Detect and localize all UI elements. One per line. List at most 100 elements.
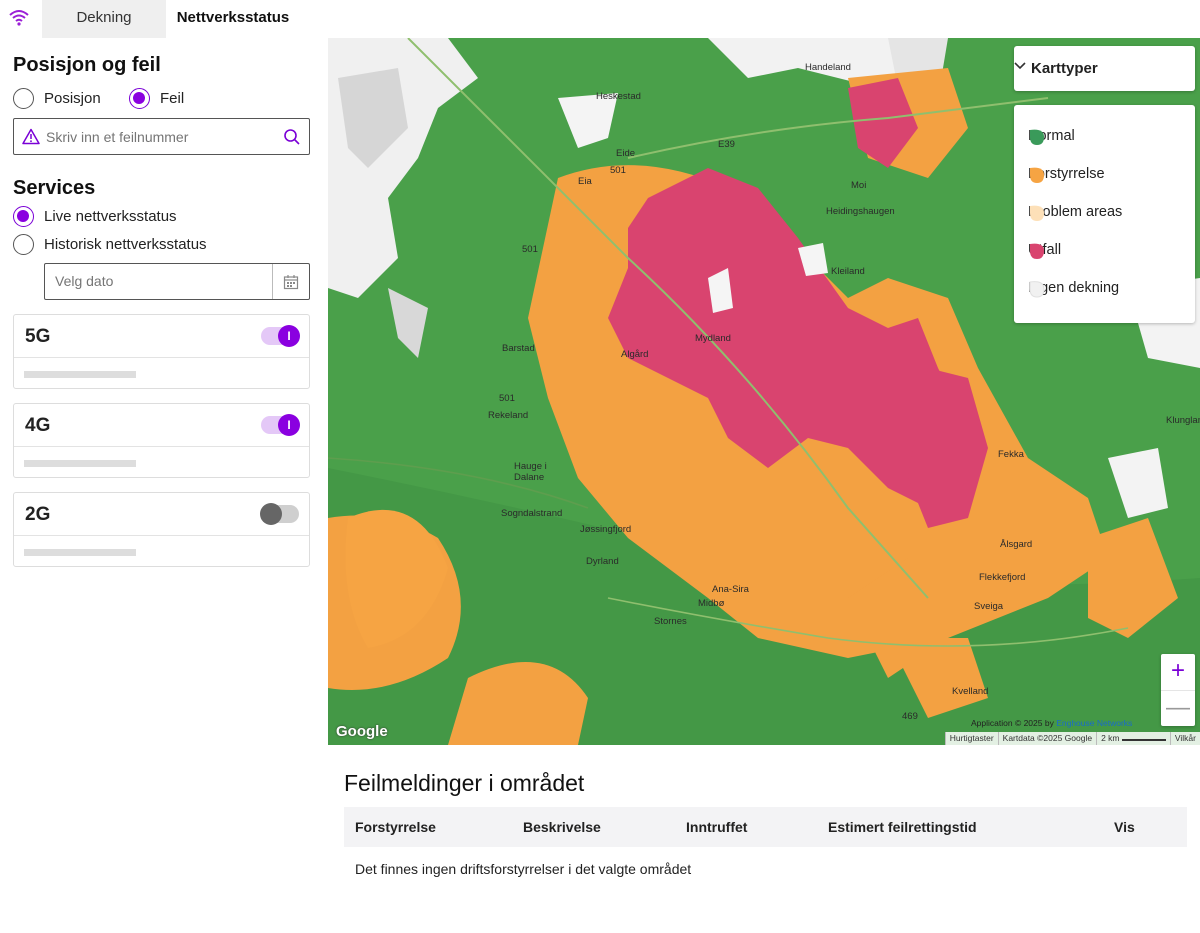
map-attribution-bar: Hurtigtaster Kartdata ©2025 Google 2 km … [944,732,1200,745]
map-type-label: Karttyper [1031,60,1098,77]
scale-line [1121,735,1166,741]
date-picker [44,263,310,300]
place-label: Kvelland [952,686,989,697]
attribution-text: Application © 2025 by [971,718,1054,728]
place-label: Dyrland [586,556,619,567]
radio-label: Feil [160,90,185,107]
network-card-5g: 5G I [13,314,310,389]
legend-item-problem-areas: Problem areas [1028,204,1122,221]
radio-live-status[interactable]: Live nettverksstatus [13,206,177,227]
column-header: Beskrivelse [523,819,601,835]
wifi-logo-icon[interactable] [8,7,30,29]
place-label: Fekka [998,449,1024,460]
scale-bar[interactable]: 2 km [1096,732,1170,745]
place-label: Eide [616,148,636,159]
radio-label: Posisjon [44,90,101,107]
error-number-input[interactable] [46,128,283,145]
road-label: 501 [522,244,538,255]
legend-item-normal: Normal [1028,128,1075,145]
radio-label: Historisk nettverksstatus [44,236,207,253]
place-label: Stornes [654,616,687,627]
place-label: Mydland [695,333,731,344]
road-label: 501 [499,393,515,404]
map-type-dropdown[interactable]: Karttyper [1014,46,1195,91]
errors-table-header: Forstyrrelse Beskrivelse Inntruffet Esti… [344,807,1187,847]
problem-areas-swatch-icon [1030,205,1044,221]
network-card-4g: 4G I [13,403,310,478]
google-logo: Google [336,723,388,740]
place-label: Rekeland [488,410,529,421]
coverage-map[interactable]: Handeland Heskestad Eide Eia Moi Heiding… [328,38,1200,745]
radio-circle[interactable] [13,234,34,255]
place-label: Kleiland [831,266,865,277]
toggle-5g[interactable]: I [261,325,300,347]
divider [14,535,309,536]
calendar-icon [283,274,299,289]
place-label: Algård [621,349,649,360]
application-attribution: Application © 2025 by Enghouse Networks [971,718,1132,728]
place-label: Barstad [502,343,535,354]
place-label: Midbø [698,598,725,609]
section-title-position: Posisjon og feil [13,54,161,76]
calendar-button[interactable] [272,264,309,299]
errors-section: Feilmeldinger i området [344,770,584,797]
place-label: Handeland [805,62,851,73]
terms-link[interactable]: Vilkår [1169,732,1200,745]
search-icon[interactable] [283,128,301,146]
attribution-link[interactable]: Enghouse Networks [1056,718,1132,728]
toggle-4g[interactable]: I [261,414,300,436]
interference-swatch-icon [1030,167,1044,183]
column-header: Forstyrrelse [355,819,436,835]
placeholder-bar [24,549,136,556]
warning-icon [22,128,40,145]
map-legend: Normal Forstyrrelse Problem areas Utfall… [1014,105,1195,323]
column-header: Estimert feilrettingstid [828,819,977,835]
toggle-2g[interactable] [260,503,299,525]
sidebar: Posisjon og feil Posisjon Feil Services … [0,38,326,933]
network-label: 2G [25,504,51,525]
normal-swatch-icon [1030,129,1044,145]
road-label: 469 [902,711,918,722]
radio-error[interactable]: Feil [129,88,184,109]
radio-historic-status[interactable]: Historisk nettverksstatus [13,234,207,255]
keyboard-shortcuts-link[interactable]: Hurtigtaster [944,732,998,745]
map-data-text: Kartdata ©2025 Google [997,732,1096,745]
date-input[interactable] [55,273,265,289]
radio-position[interactable]: Posisjon [13,88,101,109]
tab-nettverksstatus[interactable]: Nettverksstatus [166,0,300,38]
section-title-services: Services [13,177,96,199]
place-label: Hauge i Dalane [514,461,547,483]
place-label: Ålsgard [1000,539,1033,550]
place-label: Eia [578,176,592,187]
outage-swatch-icon [1030,243,1044,259]
scale-text: 2 km [1101,733,1120,743]
legend-item-interference: Forstyrrelse [1028,166,1105,183]
network-label: 4G [25,415,51,436]
zoom-out-button[interactable]: — [1161,690,1195,726]
empty-message: Det finnes ingen driftsforstyrrelser i d… [355,861,692,877]
toggle-knob [260,503,282,525]
toggle-knob: I [278,414,300,436]
column-header: Vis [1114,819,1135,835]
radio-label: Live nettverksstatus [44,208,177,225]
radio-circle[interactable] [13,88,34,109]
place-label: Ana-Sira [712,584,749,595]
top-bar: Dekning Nettverksstatus [0,0,1200,38]
place-label: Flekkefjord [979,572,1026,583]
no-coverage-swatch-icon [1029,281,1045,298]
placeholder-bar [24,460,136,467]
error-search-box [13,118,310,155]
radio-circle[interactable] [13,206,34,227]
place-label: Klungland [1166,415,1200,426]
legend-item-no-coverage: Ingen dekning [1028,280,1119,298]
road-label: E39 [718,139,735,150]
zoom-in-button[interactable]: + [1161,654,1195,690]
place-label: Sveiga [974,601,1004,612]
placeholder-bar [24,371,136,378]
divider [14,357,309,358]
zoom-control: + — [1161,654,1195,726]
divider [14,446,309,447]
place-label: Heidingshaugen [826,206,895,217]
tab-dekning[interactable]: Dekning [42,0,166,38]
radio-circle[interactable] [129,88,150,109]
